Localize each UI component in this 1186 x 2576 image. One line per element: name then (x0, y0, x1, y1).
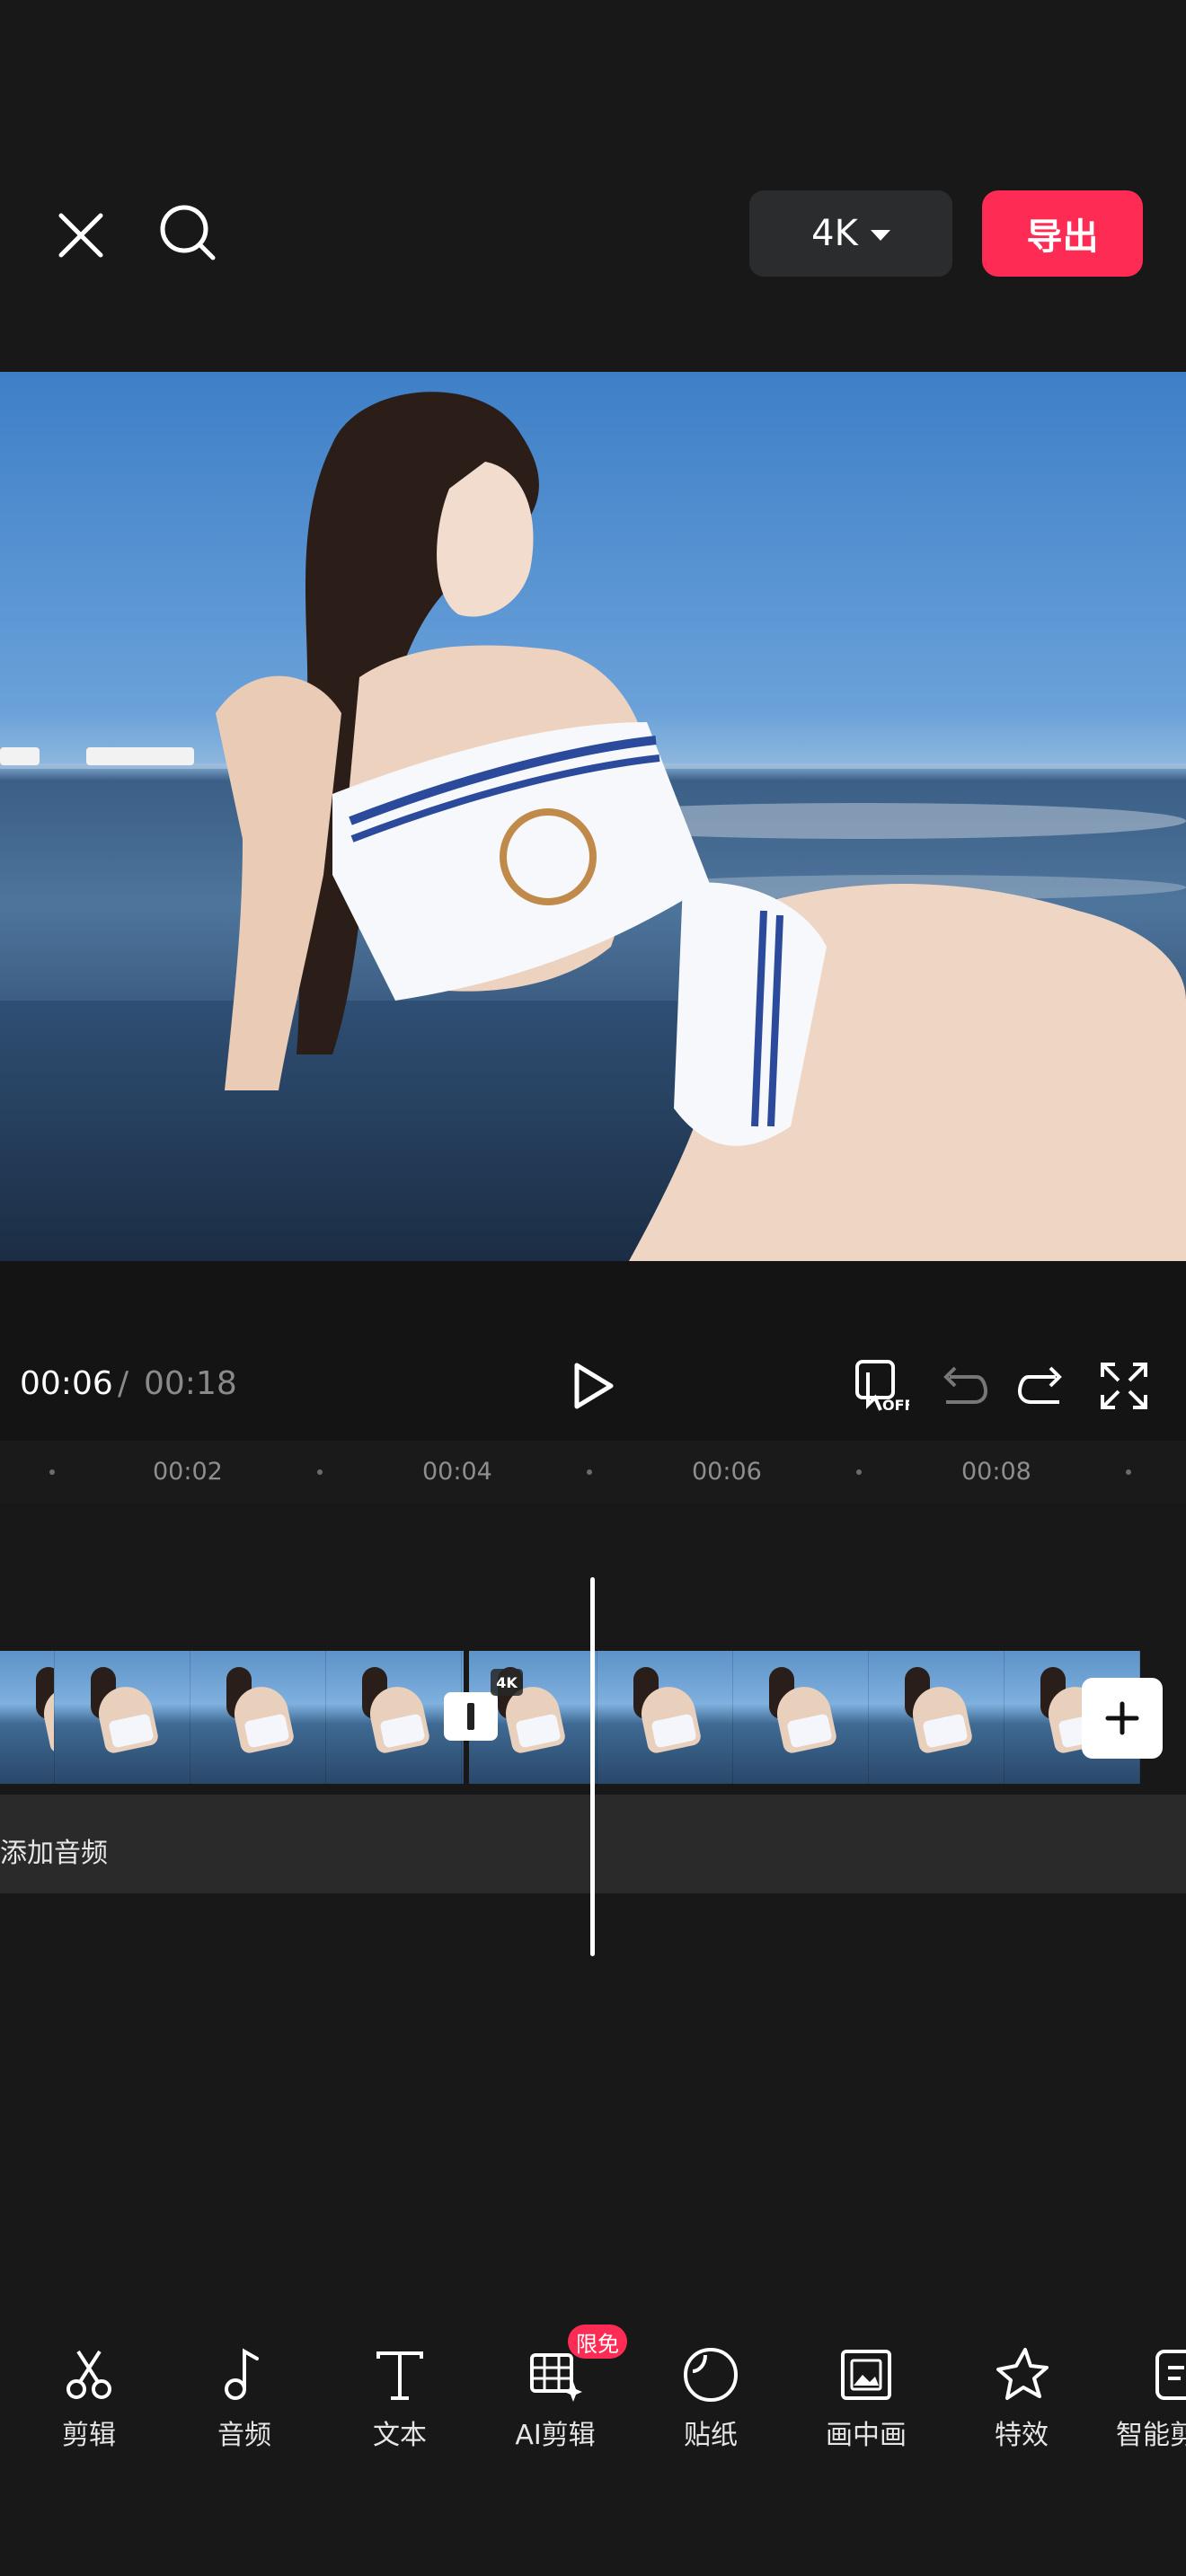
tool-edit[interactable]: 剪辑 (12, 2346, 166, 2463)
undo-icon (943, 1366, 987, 1404)
close-button[interactable] (45, 199, 117, 271)
caret-down-icon (870, 230, 890, 241)
scissors-icon (66, 2350, 111, 2399)
top-bar (0, 0, 1186, 372)
tool-label: 音频 (217, 2420, 271, 2451)
tool-sticker[interactable]: 贴纸 (633, 2346, 788, 2463)
playhead[interactable] (590, 1577, 595, 1956)
tool-ai-edit[interactable]: AI剪辑 (478, 2346, 633, 2463)
time-separator: / (118, 1365, 129, 1402)
tool-text[interactable]: 文本 (323, 2346, 477, 2463)
music-note-icon (225, 2348, 259, 2400)
tool-picture-in-picture[interactable]: 画中画 (789, 2346, 943, 2463)
clip-thumbnail (869, 1651, 1005, 1784)
ruler-dot (587, 1469, 592, 1475)
text-icon (376, 2351, 423, 2400)
fullscreen-button[interactable] (1096, 1358, 1152, 1414)
tool-audio[interactable]: 音频 (167, 2346, 322, 2463)
ruler-label: 00:04 (422, 1458, 492, 1486)
ruler-dot (1126, 1469, 1131, 1475)
close-icon (58, 213, 103, 258)
export-button[interactable]: 导出 (982, 190, 1143, 277)
play-button[interactable] (566, 1356, 620, 1416)
keyframe-off-button[interactable]: OFF (854, 1358, 909, 1414)
clip-4k-badge: 4K (491, 1669, 523, 1696)
preview-person (216, 392, 1186, 1261)
clip-thumbnail (326, 1651, 462, 1784)
tool-label: 特效 (995, 2420, 1049, 2451)
tool-label: 画中画 (826, 2420, 907, 2451)
fullscreen-icon (1101, 1363, 1147, 1409)
undo-button[interactable] (934, 1358, 990, 1414)
tool-label: 贴纸 (684, 2420, 738, 2451)
clip-thumbnail (0, 1651, 55, 1784)
search-icon (160, 205, 216, 260)
sticker-icon (683, 2347, 739, 2403)
redo-icon (1018, 1366, 1062, 1404)
video-preview[interactable] (0, 372, 1186, 1261)
resolution-label: 4K (811, 213, 858, 254)
play-icon (574, 1363, 614, 1409)
ruler-label: 00:06 (692, 1458, 762, 1486)
current-time: 00:06 (20, 1365, 113, 1402)
tool-label: 剪辑 (62, 2420, 116, 2451)
picture-in-picture-icon (841, 2350, 891, 2400)
search-button[interactable] (151, 196, 226, 271)
total-time: 00:18 (144, 1365, 237, 1402)
clip-thumbnail (190, 1651, 326, 1784)
preview-boat (0, 747, 40, 765)
clip-thumbnail (597, 1651, 733, 1784)
resolution-selector[interactable]: 4K (749, 190, 952, 277)
redo-button[interactable] (1015, 1358, 1071, 1414)
clip-thumbnail (55, 1651, 190, 1784)
add-clip-button[interactable] (1082, 1678, 1163, 1759)
tool-label: AI剪辑 (515, 2420, 596, 2451)
smart-cut-icon (1155, 2350, 1186, 2400)
ruler-dot (856, 1469, 862, 1475)
tool-label: 智能剪 (1116, 2420, 1186, 2451)
tool-effects[interactable]: 特效 (944, 2346, 1099, 2463)
plus-icon (1105, 1701, 1139, 1735)
free-promo-badge: 限免 (568, 2325, 627, 2359)
transition-button[interactable] (444, 1692, 498, 1741)
ruler-dot (317, 1469, 323, 1475)
ruler-dot (49, 1469, 55, 1475)
ruler-label: 00:08 (961, 1458, 1031, 1486)
effects-star-icon (996, 2348, 1049, 2400)
svg-text:OFF: OFF (882, 1397, 909, 1414)
clip-thumbnail (733, 1651, 869, 1784)
add-audio-label[interactable]: 添加音频 (0, 1831, 108, 1870)
transition-bar-icon (467, 1703, 474, 1730)
ruler-label: 00:02 (153, 1458, 223, 1486)
keyframe-off-icon: OFF (855, 1360, 909, 1414)
tool-smart-cut[interactable]: 智能剪 (1100, 2346, 1186, 2463)
tool-label: 文本 (373, 2420, 427, 2451)
